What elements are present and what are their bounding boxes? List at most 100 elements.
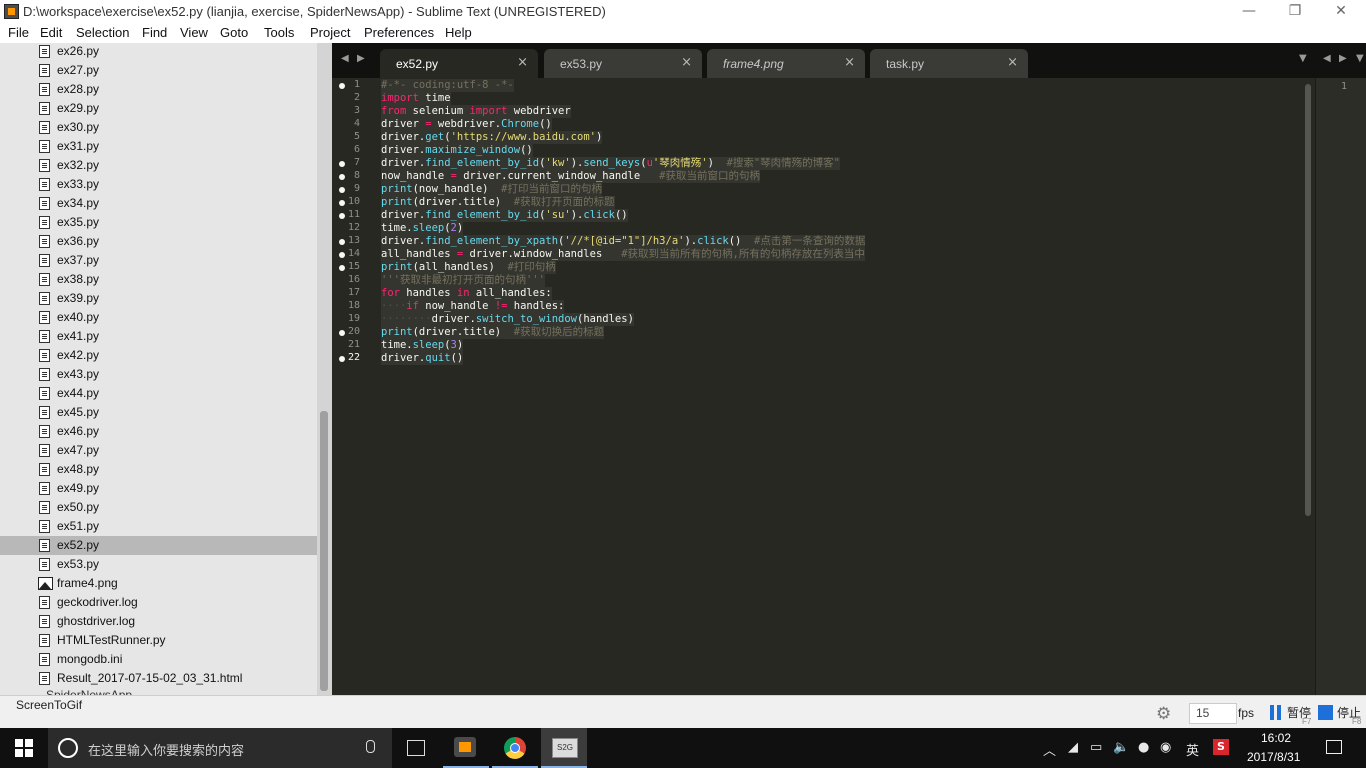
fps-input[interactable]: 15	[1189, 703, 1237, 724]
code-line[interactable]: import time	[381, 92, 451, 105]
tab-task[interactable]: task.py ×	[870, 49, 1028, 78]
wechat-icon[interactable]: ◉	[1160, 740, 1171, 755]
menu-view[interactable]: View	[180, 25, 208, 40]
tab-ex52[interactable]: ex52.py ×	[380, 49, 538, 78]
code-line[interactable]: driver.find_element_by_xpath('//*[@id="1…	[381, 235, 866, 248]
sidebar-file[interactable]: ex26.py	[0, 43, 317, 61]
code-line[interactable]: ········driver.switch_to_window(handles)	[381, 313, 634, 326]
sidebar-file[interactable]: ex48.py	[0, 460, 317, 479]
volume-icon[interactable]: 🔈	[1113, 740, 1129, 755]
taskbar-search[interactable]: 在这里输入你要搜索的内容	[48, 728, 392, 768]
sidebar-file[interactable]: ex31.py	[0, 137, 317, 156]
code-line[interactable]: driver.get('https://www.baidu.com')	[381, 131, 603, 144]
sidebar-file[interactable]: ex28.py	[0, 80, 317, 99]
task-view-button[interactable]	[393, 728, 439, 768]
tab-dropdown-icon[interactable]: ▼	[1299, 53, 1307, 64]
sidebar-file[interactable]: ex36.py	[0, 232, 317, 251]
editor-scroll-thumb[interactable]	[1305, 84, 1311, 516]
tab-close-icon[interactable]: ×	[681, 55, 692, 70]
sidebar-file[interactable]: ex50.py	[0, 498, 317, 517]
code-line[interactable]: print(all_handles) #打印句柄	[381, 261, 556, 274]
code-line[interactable]: driver.find_element_by_id('su').click()	[381, 209, 628, 222]
sidebar-file[interactable]: ex39.py	[0, 289, 317, 308]
tab-close-icon[interactable]: ×	[1007, 55, 1018, 70]
code-line[interactable]: print(driver.title) #获取切换后的标题	[381, 326, 605, 339]
sidebar-file[interactable]: ex52.py	[0, 536, 317, 555]
code-line[interactable]: #-*- coding:utf-8 -*-	[381, 79, 514, 92]
sidebar-file[interactable]: mongodb.ini	[0, 650, 317, 669]
tab-frame4[interactable]: frame4.png ×	[707, 49, 865, 78]
taskbar-screentogif[interactable]: S2G	[541, 728, 587, 768]
code-line[interactable]: time.sleep(2)	[381, 222, 464, 235]
code-line[interactable]: from selenium import webdriver	[381, 105, 571, 118]
sidebar-file[interactable]: ex34.py	[0, 194, 317, 213]
code-line[interactable]: for handles in all_handles:	[381, 287, 552, 300]
clock-date[interactable]: 2017/8/31	[1247, 750, 1300, 764]
tab-prev-icon[interactable]: ◀	[341, 53, 349, 64]
sidebar-file[interactable]: ex49.py	[0, 479, 317, 498]
sidebar-file[interactable]: ex29.py	[0, 99, 317, 118]
code-line[interactable]: driver = webdriver.Chrome()	[381, 118, 552, 131]
menu-edit[interactable]: Edit	[40, 25, 62, 40]
minimap-pane[interactable]: 1	[1315, 78, 1366, 695]
sidebar-file[interactable]: ex33.py	[0, 175, 317, 194]
code-line[interactable]: print(now_handle) #打印当前窗口的句柄	[381, 183, 602, 196]
sidebar-file[interactable]: ex27.py	[0, 61, 317, 80]
sidebar-scroll-thumb[interactable]	[320, 411, 328, 691]
code-line[interactable]: '''获取非最初打开页面的句柄'''	[381, 274, 545, 287]
sidebar-file[interactable]: ex42.py	[0, 346, 317, 365]
tab-next-icon[interactable]: ▶	[357, 53, 365, 64]
sidebar-file[interactable]: Result_2017-07-15-02_03_31.html	[0, 669, 317, 688]
sidebar-file[interactable]: ex35.py	[0, 213, 317, 232]
pane2-prev-icon[interactable]: ◀	[1323, 53, 1331, 64]
menu-file[interactable]: File	[8, 25, 29, 40]
sogou-ime-icon[interactable]: S	[1213, 739, 1229, 755]
pause-button[interactable]: 暂停 F7	[1268, 702, 1314, 726]
menu-selection[interactable]: Selection	[76, 25, 129, 40]
tab-ex53[interactable]: ex53.py ×	[544, 49, 702, 78]
sidebar-scrollbar[interactable]	[317, 43, 332, 695]
taskbar-sublime[interactable]	[443, 728, 489, 768]
sidebar-file[interactable]: ex44.py	[0, 384, 317, 403]
pane2-next-icon[interactable]: ▶	[1339, 53, 1347, 64]
stop-button[interactable]: 停止 F8	[1316, 702, 1366, 726]
windows-start-icon[interactable]	[15, 739, 33, 757]
sidebar-file[interactable]: frame4.png	[0, 574, 317, 593]
qq-icon[interactable]: ●	[1138, 740, 1149, 755]
code-line[interactable]: all_handles = driver.window_handles #获取到…	[381, 248, 865, 261]
code-line[interactable]: time.sleep(3)	[381, 339, 464, 352]
sidebar-file[interactable]: geckodriver.log	[0, 593, 317, 612]
clock-time[interactable]: 16:02	[1261, 731, 1291, 745]
code-line[interactable]: ····if now_handle != handles:	[381, 300, 565, 313]
sidebar-folder-label[interactable]: SpiderNewsApp	[46, 688, 132, 695]
ime-language-indicator[interactable]: 英	[1186, 740, 1199, 759]
pane2-dropdown-icon[interactable]: ▼	[1356, 53, 1364, 64]
sidebar-file[interactable]: ex51.py	[0, 517, 317, 536]
close-button[interactable]: ✕	[1318, 0, 1364, 24]
menu-goto[interactable]: Goto	[220, 25, 248, 40]
minimize-button[interactable]: —	[1226, 0, 1272, 24]
sidebar-file[interactable]: ghostdriver.log	[0, 612, 317, 631]
code-line[interactable]: now_handle = driver.current_window_handl…	[381, 170, 760, 183]
sidebar-file[interactable]: ex53.py	[0, 555, 317, 574]
tab-close-icon[interactable]: ×	[844, 55, 855, 70]
code-line[interactable]: driver.quit()	[381, 352, 464, 365]
sidebar-file[interactable]: ex30.py	[0, 118, 317, 137]
sidebar-file[interactable]: ex32.py	[0, 156, 317, 175]
sidebar-file[interactable]: ex41.py	[0, 327, 317, 346]
editor-scrollbar[interactable]	[1302, 78, 1315, 695]
taskbar-chrome[interactable]	[492, 728, 538, 768]
menu-project[interactable]: Project	[310, 25, 350, 40]
code-line[interactable]: print(driver.title) #获取打开页面的标题	[381, 196, 615, 209]
sidebar-file[interactable]: ex38.py	[0, 270, 317, 289]
menu-find[interactable]: Find	[142, 25, 167, 40]
battery-icon[interactable]: ▭	[1090, 740, 1102, 755]
network-icon[interactable]: ◢	[1068, 740, 1078, 755]
sidebar-file[interactable]: ex40.py	[0, 308, 317, 327]
notification-icon[interactable]	[1326, 740, 1342, 754]
sidebar-file[interactable]: ex37.py	[0, 251, 317, 270]
tab-close-icon[interactable]: ×	[517, 55, 528, 70]
code-line[interactable]: driver.maximize_window()	[381, 144, 533, 157]
sidebar-file[interactable]: ex43.py	[0, 365, 317, 384]
microphone-icon[interactable]	[366, 740, 375, 753]
